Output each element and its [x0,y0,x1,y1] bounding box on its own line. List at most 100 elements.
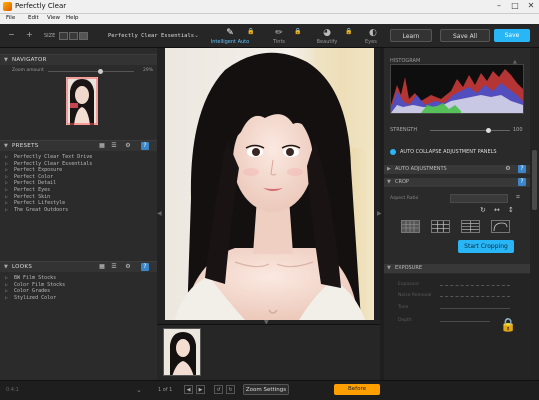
grid-view-icon[interactable]: ▦ [98,142,106,150]
list-item[interactable]: ▷ Perfect Lifestyle [5,200,66,207]
navigator-thumbnail[interactable] [66,77,98,125]
size-large-button[interactable] [79,32,88,40]
looks-header[interactable]: ▼ LOOKS ▦ ☰ ⚙ ? [0,261,157,272]
thirds-grid-icon [432,221,449,232]
learn-button[interactable]: Learn [390,29,432,42]
gear-icon[interactable]: ⚙ [124,142,132,150]
list-item[interactable]: ▷ Stylized Color [5,294,57,301]
exposure-header[interactable]: ▼ EXPOSURE [384,264,530,273]
size-small-button[interactable] [59,32,68,40]
help-icon[interactable]: ? [518,165,526,173]
zoom-in-icon[interactable]: + [26,30,33,39]
list-item[interactable]: ▷ Perfect Detail [5,180,56,186]
histogram-clip-icon[interactable]: ▲ [513,59,517,65]
aspect-ratio-select[interactable] [450,194,508,203]
strength-value: 100 [513,127,523,133]
tab-beautify[interactable]: ◕ Beautify [306,28,348,45]
list-item[interactable]: ▷ Color Film Stocks [5,281,66,288]
strength-slider-thumb[interactable] [485,128,491,133]
size-medium-button[interactable] [69,32,78,40]
list-item[interactable]: ▷ BW Film Stocks [5,275,56,281]
zoom-slider[interactable] [48,69,134,74]
flip-horizontal-icon[interactable]: ↔ [494,206,500,214]
noise-removal-slider[interactable] [440,296,510,297]
auto-adjustments-header[interactable]: ▶ AUTO ADJUSTMENTS ⚙ ? [384,165,530,174]
auto-collapse-toggle[interactable] [390,149,396,155]
list-item-label: Perfectly Clear Essentials [14,160,93,167]
start-cropping-button[interactable]: Start Cropping [458,240,514,253]
list-item[interactable]: ▷ Color Grades [5,288,50,294]
save-all-button[interactable]: Save All [440,29,490,42]
expand-arrow-icon: ▷ [5,200,9,207]
list-item[interactable]: ▷ The Great Outdoors [5,207,68,213]
list-item[interactable]: ▷ Perfect Color [5,174,53,180]
tone-slider[interactable] [440,308,510,309]
presets-header[interactable]: ▼ PRESETS ▦ ☰ ⚙ ? [0,140,157,151]
zoom-settings-button[interactable]: Zoom Settings [243,384,289,395]
collapse-icon: ▼ [4,143,8,149]
grid-overlay-spiral-button[interactable] [491,220,510,233]
help-icon[interactable]: ? [141,263,149,271]
help-icon[interactable]: ? [518,178,526,186]
navigator-header[interactable]: ▼ NAVIGATOR [0,54,157,65]
list-view-icon[interactable]: ☰ [110,263,118,271]
zoom-slider-thumb[interactable] [97,69,103,74]
list-item[interactable]: ▷ Perfectly Clear Text Drive [5,154,92,160]
menu-file[interactable]: File [6,15,15,21]
gear-icon[interactable]: ⚙ [124,263,132,271]
list-item-label: Perfect Lifestyle [14,200,66,207]
presets-title: PRESETS [12,143,39,149]
grid-overlay-none-button[interactable] [401,220,420,233]
grid-overlay-quarters-button[interactable] [461,220,480,233]
menu-edit[interactable]: Edit [28,15,39,21]
rotate-left-icon[interactable]: ↺ [214,385,223,394]
menu-help[interactable]: Help [66,15,79,21]
panel-collapse-left-icon[interactable]: ◀ [157,210,162,217]
depth-slider[interactable] [440,321,490,322]
filmstrip-thumbnail[interactable] [163,328,201,376]
main-photo[interactable] [165,48,374,320]
minimize-button[interactable]: – [492,1,506,12]
grid-view-icon[interactable]: ▦ [98,263,106,271]
chevron-down-icon[interactable]: ⌄ [194,32,199,39]
expand-arrow-icon: ▷ [5,281,9,288]
tab-eyes[interactable]: ◐ Eyes [355,28,383,45]
list-item[interactable]: ▷ Perfect Skin [5,194,50,200]
flip-vertical-icon[interactable]: ↕ [508,206,514,214]
zoom-out-icon[interactable]: − [8,30,15,39]
save-button[interactable]: Save [494,29,530,42]
strength-slider[interactable] [430,128,510,133]
help-icon[interactable]: ? [141,142,149,150]
expand-arrow-icon: ▷ [5,288,9,295]
expand-arrow-icon: ▷ [5,206,9,213]
lock-icon: 🔒 [500,318,517,333]
exposure-slider[interactable] [440,285,510,286]
prev-image-icon[interactable]: ◀ [184,385,193,394]
tab-intelligent-auto[interactable]: ✎ Intelligent Auto [209,28,251,45]
preset-selector[interactable]: Perfectly Clear Essentials [108,33,194,39]
panel-collapse-right-icon[interactable]: ▶ [377,210,382,217]
list-view-icon[interactable]: ☰ [110,142,118,150]
gear-icon[interactable]: ⚙ [504,165,512,173]
list-item-label: Stylized Color [14,294,57,301]
chevron-down-icon[interactable]: ⌄ [136,386,142,394]
menu-view[interactable]: View [47,15,60,21]
before-after-button[interactable]: Before [334,384,380,395]
rotate-icon[interactable]: ↻ [480,206,486,214]
right-scrollbar-thumb[interactable] [532,150,537,210]
list-item[interactable]: ▷ Perfect Eyes [5,187,50,193]
list-item-label: Perfect Exposure [14,167,63,174]
right-scrollbar[interactable] [530,48,539,380]
lock-icon: 🔒 [247,28,255,35]
crop-header[interactable]: ▼ CROP ? [384,178,530,187]
close-button[interactable]: ✕ [524,1,538,12]
list-item[interactable]: ▷ Perfect Exposure [5,167,63,174]
list-item-label: Color Film Stocks [14,281,66,288]
next-image-icon[interactable]: ▶ [196,385,205,394]
list-item[interactable]: ▷ Perfectly Clear Essentials [5,160,93,167]
grid-overlay-thirds-button[interactable] [431,220,450,233]
maximize-button[interactable]: □ [508,1,522,12]
collapse-icon: ▼ [4,57,8,63]
crop-icon[interactable]: ⌗ [516,193,520,202]
rotate-right-icon[interactable]: ↻ [226,385,235,394]
